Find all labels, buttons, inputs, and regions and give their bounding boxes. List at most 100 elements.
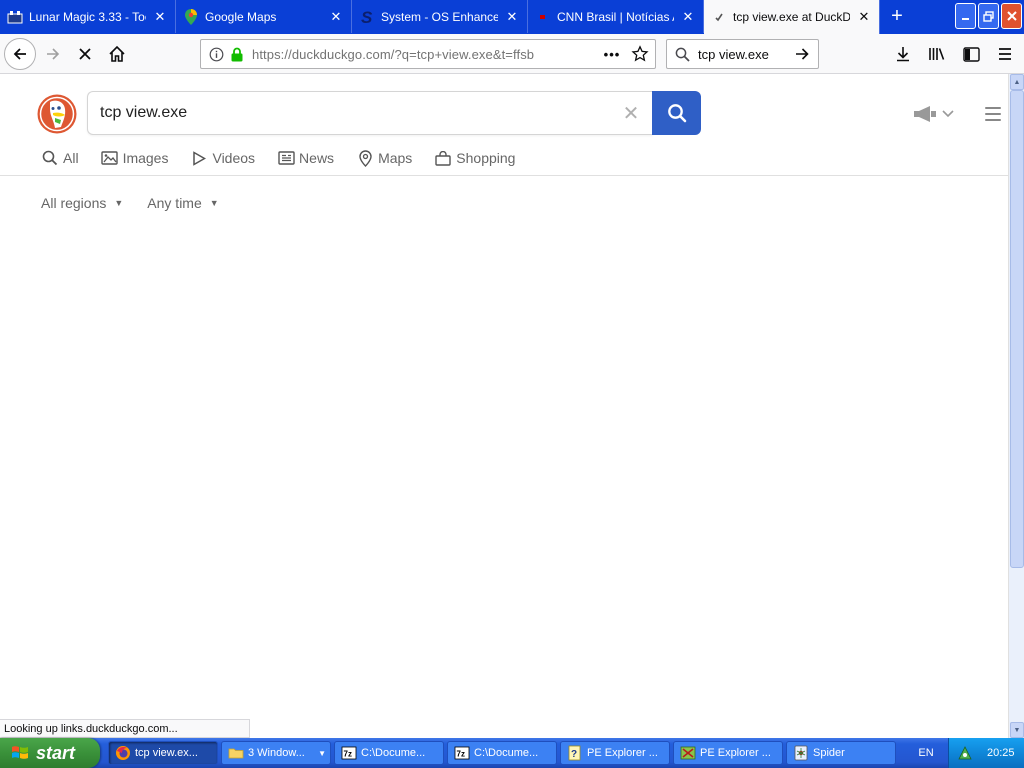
start-label: start bbox=[36, 742, 76, 763]
home-button[interactable] bbox=[102, 39, 132, 69]
arrow-left-icon bbox=[13, 47, 26, 60]
library-icon bbox=[929, 48, 945, 60]
start-button[interactable]: start bbox=[0, 738, 100, 768]
minimize-button[interactable] bbox=[955, 3, 976, 29]
taskbar-item-pe-explorer-1[interactable]: ? PE Explorer ... bbox=[560, 741, 670, 765]
close-icon[interactable]: ✕ bbox=[504, 9, 520, 25]
search-bar[interactable]: tcp view.exe bbox=[666, 39, 819, 69]
toolbar-right bbox=[888, 39, 1020, 69]
url-bar[interactable]: https://duckduckgo.com/?q=tcp+view.exe&t… bbox=[200, 39, 656, 69]
taskbar-item-spider[interactable]: Spider bbox=[786, 741, 896, 765]
tab-maps[interactable]: Maps bbox=[356, 148, 412, 168]
downloads-button[interactable] bbox=[888, 39, 918, 69]
ddg-search-input[interactable]: tcp view.exe ✕ bbox=[87, 91, 653, 135]
vertical-scrollbar[interactable]: ▲ ▼ bbox=[1008, 74, 1024, 738]
sidebar-icon bbox=[962, 46, 980, 62]
svg-text:7z: 7z bbox=[344, 750, 352, 759]
caret-down-icon: ▼ bbox=[318, 748, 326, 758]
tab-duckduckgo[interactable]: tcp view.exe at DuckDu ✕ bbox=[704, 0, 880, 34]
7zip-icon: 7z bbox=[454, 746, 470, 760]
menu-button[interactable] bbox=[990, 39, 1020, 69]
tab-label: System - OS Enhancemen bbox=[381, 9, 498, 24]
taskbar-label: Spider bbox=[813, 747, 845, 759]
7zip-icon: 7z bbox=[341, 746, 357, 760]
tab-label: Images bbox=[122, 150, 169, 166]
bookmark-star-icon[interactable] bbox=[631, 45, 649, 63]
play-icon bbox=[190, 149, 208, 167]
close-window-button[interactable] bbox=[1001, 3, 1022, 29]
scroll-thumb[interactable] bbox=[1010, 90, 1024, 568]
tab-news[interactable]: News bbox=[277, 148, 334, 168]
ddg-search-button[interactable] bbox=[652, 91, 701, 135]
library-button[interactable] bbox=[922, 39, 952, 69]
ddg-menu-icon[interactable] bbox=[985, 107, 1001, 121]
ddg-search-query: tcp view.exe bbox=[100, 104, 188, 121]
search-icon bbox=[675, 47, 690, 62]
tab-cnn-brasil[interactable]: CNN Brasil | Notícias Ao ✕ bbox=[528, 0, 704, 33]
stop-button[interactable] bbox=[70, 39, 100, 69]
tray-app-icon[interactable] bbox=[957, 745, 973, 761]
taskbar-label: C:\Docume... bbox=[474, 747, 539, 759]
restore-button[interactable] bbox=[978, 3, 999, 29]
taskbar-item-7zip-2[interactable]: 7z C:\Docume... bbox=[447, 741, 557, 765]
tab-images[interactable]: Images bbox=[101, 148, 169, 168]
new-tab-button[interactable]: + bbox=[880, 0, 914, 33]
tab-google-maps[interactable]: Google Maps ✕ bbox=[176, 0, 352, 33]
pe-explorer-icon: ? bbox=[568, 745, 581, 761]
page-content: tcp view.exe ✕ All Images Videos News Ma… bbox=[0, 74, 1008, 738]
scroll-up-arrow[interactable]: ▲ bbox=[1010, 74, 1024, 90]
forward-button[interactable] bbox=[38, 39, 68, 69]
taskbar-label: 3 Window... bbox=[248, 747, 305, 759]
tab-videos[interactable]: Videos bbox=[190, 148, 255, 168]
close-icon[interactable]: ✕ bbox=[152, 9, 168, 25]
filter-label: All regions bbox=[41, 195, 107, 211]
announcements-dropdown[interactable] bbox=[912, 105, 954, 123]
clock[interactable]: 20:25 bbox=[987, 747, 1015, 759]
search-filters: All regions ▼ Any time ▼ bbox=[41, 195, 243, 211]
language-indicator[interactable]: EN bbox=[906, 738, 946, 768]
tab-system-os[interactable]: S System - OS Enhancemen ✕ bbox=[352, 0, 528, 33]
megaphone-icon bbox=[914, 106, 936, 122]
nav-divider bbox=[0, 175, 1008, 176]
tab-lunar-magic[interactable]: Lunar Magic 3.33 - Tools ✕ bbox=[0, 0, 176, 33]
back-button[interactable] bbox=[4, 37, 36, 70]
filter-label: Any time bbox=[147, 195, 202, 211]
image-icon bbox=[101, 149, 119, 167]
tab-label: tcp view.exe at DuckDu bbox=[733, 10, 850, 24]
taskbar-item-firefox[interactable]: tcp view.ex... bbox=[108, 741, 218, 765]
caret-down-icon: ▼ bbox=[114, 198, 124, 208]
tab-all[interactable]: All bbox=[41, 148, 79, 168]
tab-label: Google Maps bbox=[205, 9, 277, 24]
time-filter-dropdown[interactable]: Any time ▼ bbox=[147, 195, 218, 211]
close-icon[interactable]: ✕ bbox=[856, 9, 872, 25]
sidebar-button[interactable] bbox=[956, 39, 986, 69]
system-tray: 20:25 bbox=[948, 738, 1024, 768]
close-icon[interactable]: ✕ bbox=[328, 9, 344, 25]
taskbar-label: C:\Docume... bbox=[361, 747, 426, 759]
pe-explorer-icon bbox=[680, 746, 696, 760]
shopping-bag-icon bbox=[434, 149, 452, 167]
system-s-icon: S bbox=[359, 9, 375, 25]
home-icon bbox=[109, 45, 125, 62]
duckduckgo-favicon bbox=[711, 9, 727, 25]
info-icon[interactable] bbox=[209, 47, 224, 62]
close-icon[interactable]: ✕ bbox=[680, 9, 696, 25]
taskbar-label: PE Explorer ... bbox=[700, 747, 771, 759]
spider-icon bbox=[794, 745, 808, 761]
scroll-down-arrow[interactable]: ▼ bbox=[1010, 722, 1024, 738]
tab-label: All bbox=[63, 150, 79, 166]
taskbar-item-pe-explorer-2[interactable]: PE Explorer ... bbox=[673, 741, 783, 765]
duckduckgo-logo[interactable] bbox=[37, 94, 77, 134]
tab-shopping[interactable]: Shopping bbox=[434, 148, 515, 168]
region-filter-dropdown[interactable]: All regions ▼ bbox=[41, 195, 123, 211]
tab-label: News bbox=[299, 150, 335, 166]
folder-icon bbox=[228, 748, 244, 759]
go-arrow-icon[interactable] bbox=[794, 46, 810, 62]
map-pin-icon bbox=[356, 149, 374, 167]
clear-icon[interactable]: ✕ bbox=[609, 101, 653, 126]
taskbar-item-7zip-1[interactable]: 7z C:\Docume... bbox=[334, 741, 444, 765]
taskbar-item-explorer-group[interactable]: 3 Window... ▼ bbox=[221, 741, 331, 765]
tab-label: CNN Brasil | Notícias Ao bbox=[557, 9, 674, 24]
lock-icon[interactable] bbox=[230, 47, 244, 62]
page-actions-icon[interactable]: ••• bbox=[599, 47, 625, 62]
